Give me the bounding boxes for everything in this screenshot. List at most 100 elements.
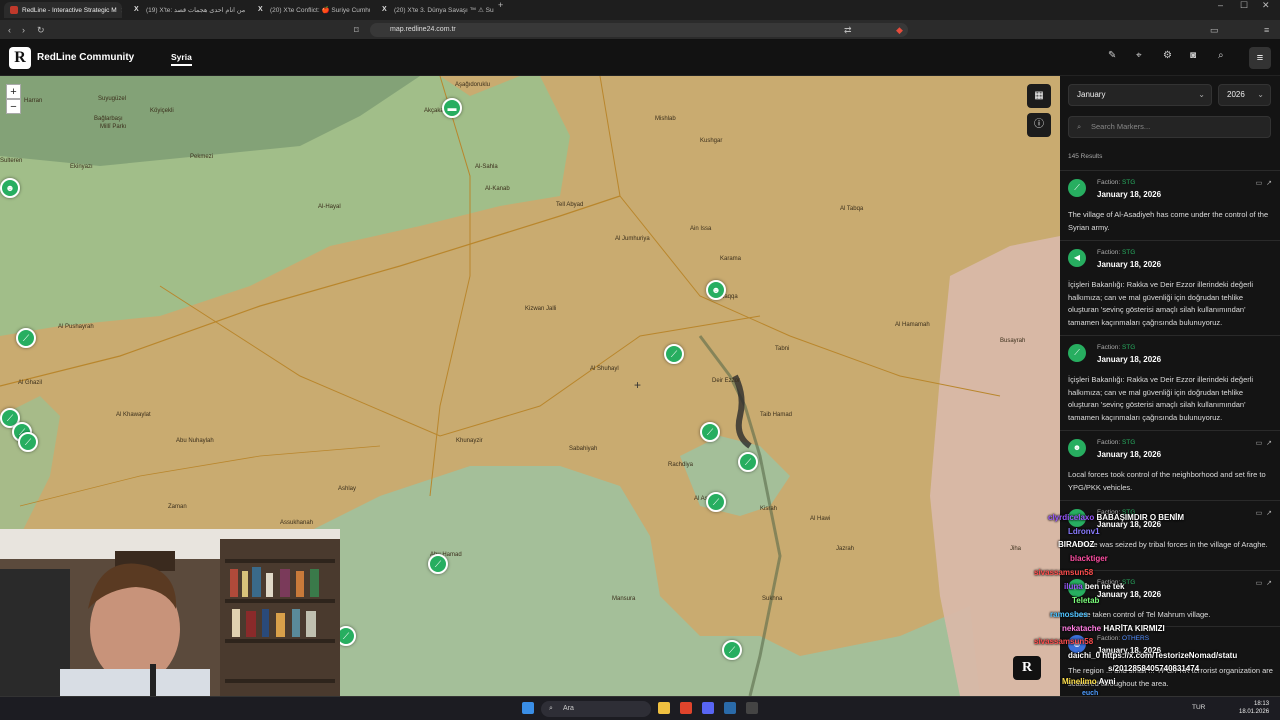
place-label: Khunayzir [456,438,483,444]
map-marker[interactable]: ⟋ [700,422,720,442]
place-label: Harran [24,98,43,104]
chat-line: sivassamsun58 [1034,637,1094,646]
map-marker[interactable]: ☻ [706,280,726,300]
map-marker[interactable]: ⟋ [18,432,38,452]
place-label: Pekmezi [190,154,214,160]
obs-icon[interactable] [746,702,758,714]
map-marker[interactable]: ⟋ [738,452,758,472]
rifle-icon: ⟋ [24,437,32,447]
people-icon: ☻ [1068,439,1086,457]
place-label: Al Hawi [810,516,831,522]
marker-card[interactable]: ⟋ Faction: STG January 18, 2026 ▭ ↗ The … [1060,170,1280,240]
discord-icon[interactable] [702,702,714,714]
address-bar-row: ‹ › ↻ ⌑ map.redline24.com.tr ⇄ ◆ ▭ ≡ [0,20,1280,40]
start-icon[interactable] [522,702,534,714]
search-icon: ⌕ [1077,122,1082,131]
marker-card[interactable]: ◀ Faction: STG January 18, 2026 İçişleri… [1060,240,1280,335]
place-label: Ain Issa [690,226,712,232]
external-link-icon[interactable]: ↗ [1266,180,1272,187]
year-select[interactable]: 2026 ⌄ [1218,84,1271,106]
zoom-out-button[interactable]: − [6,99,21,114]
system-clock[interactable]: 18:13 18.01.2026 [1239,700,1269,716]
place-label: Jiha [1010,546,1022,552]
url-field[interactable]: map.redline24.com.tr [370,23,908,37]
language-indicator[interactable]: TUR [1192,704,1205,711]
brave-browser-icon[interactable] [680,702,692,714]
minimize-icon[interactable]: – [1218,0,1223,15]
sidebar-icon[interactable]: ▭ [1210,20,1219,40]
place-label: Kisrah [760,506,778,512]
brave-shield-icon[interactable]: ◆ [896,20,903,40]
bookmark-icon[interactable]: ⌑ [354,20,359,40]
location-pin-icon[interactable]: ⌖ [1136,50,1142,61]
redline-logo[interactable]: R [9,47,31,69]
marker-card[interactable]: ⟋ Faction: STG January 18, 2026 İçişleri… [1060,335,1280,430]
place-label: Al-Hayal [318,204,341,210]
map-marker[interactable]: ⟋ [706,492,726,512]
pencil-icon[interactable]: ✎ [1108,50,1116,61]
chat-line: Teletab [1072,596,1100,605]
translate-icon[interactable]: ⇄ [844,20,852,40]
tab-redline[interactable]: RedLine - Interactive Strategic M ✕ [4,2,122,18]
place-label: Al Hamamah [895,322,930,328]
map-marker[interactable]: ☻ [0,178,20,198]
month-select[interactable]: January ⌄ [1068,84,1212,106]
map-marker[interactable]: ⟋ [722,640,742,660]
external-link-icon[interactable]: ↗ [1266,440,1272,447]
map-icon: ▦ [1034,90,1044,101]
tab-x-3[interactable]: X (20) X'te 3. Dünya Savaşı ™ ⚠ Suriye [376,2,494,18]
map-marker[interactable]: ⟋ [428,554,448,574]
video-icon[interactable]: ▭ [1256,440,1263,447]
window-close-icon[interactable]: ✕ [1262,0,1270,15]
place-label: Assukhanah [280,520,314,526]
chat-line: s/2012858405740831474 [1108,664,1200,673]
search-icon: ⌕ [549,705,553,712]
map-info-button[interactable]: ⓘ [1027,113,1051,137]
map-marker[interactable]: ⟋ [16,328,36,348]
crosshair-icon: + [634,378,642,392]
redline-favicon-icon [10,6,18,14]
forward-icon[interactable]: › [22,20,25,40]
reload-icon[interactable]: ↻ [37,20,45,40]
place-label: Sabahiyah [569,446,598,452]
app-header: R RedLine Community Syria ✎ ⌖ ⚙ ◙ ⌕ ≡ [0,40,1280,76]
menu-button[interactable]: ≡ [1249,47,1271,69]
clock-time: 18:13 [1254,701,1270,707]
rifle-icon: ⟋ [6,413,14,423]
tab-x-1[interactable]: X (19) X'te: ةيب من انام احدى هجمات قصد [128,2,246,18]
map-marker[interactable]: ⟋ [664,344,684,364]
file-explorer-icon[interactable] [658,702,670,714]
zoom-controls: + − [6,84,21,114]
zoom-in-button[interactable]: + [6,84,21,99]
chevron-down-icon: ⌄ [1257,90,1264,99]
place-label: Aşağıdoruklu [455,82,491,88]
place-label: Kushgar [700,138,723,144]
taskbar-search[interactable]: ⌕ Ara [541,701,651,717]
taskbar-search-label: Ara [563,705,574,712]
map-layers-button[interactable]: ▦ [1027,84,1051,108]
steam-icon[interactable] [724,702,736,714]
people-icon: ☻ [711,285,721,295]
chat-line: BIRADOZ [1058,540,1095,549]
back-icon[interactable]: ‹ [8,20,11,40]
camera-icon[interactable]: ◙ [1190,50,1196,61]
browser-menu-icon[interactable]: ≡ [1264,20,1269,40]
tab-x-2[interactable]: X (20) X'te Conflict: 🍎 Suriye Cumhu [252,2,370,18]
place-label: Jazrah [836,546,855,552]
chat-line: Minelimo Ayni [1062,677,1116,686]
marker-search-input[interactable]: ⌕ Search Markers... [1068,116,1271,138]
gear-icon[interactable]: ⚙ [1163,50,1172,61]
new-tab-icon[interactable]: + [498,0,503,15]
place-label: Al Tabqa [840,206,864,212]
card-text: Local forces took control of the neighbo… [1068,470,1266,492]
map-marker[interactable]: ▬ [442,98,462,118]
card-actions: ▭ ↗ [1256,439,1272,447]
rifle-icon: ⟋ [712,497,720,507]
video-icon[interactable]: ▭ [1256,180,1263,187]
close-tab-icon[interactable]: ✕ [121,6,122,15]
maximize-icon[interactable]: ☐ [1240,0,1248,15]
chevron-down-icon: ⌄ [1198,90,1205,99]
marker-card[interactable]: ☻ Faction: STG January 18, 2026 ▭ ↗ Loca… [1060,430,1280,500]
search-icon[interactable]: ⌕ [1218,50,1224,61]
nav-syria[interactable]: Syria [171,52,192,66]
